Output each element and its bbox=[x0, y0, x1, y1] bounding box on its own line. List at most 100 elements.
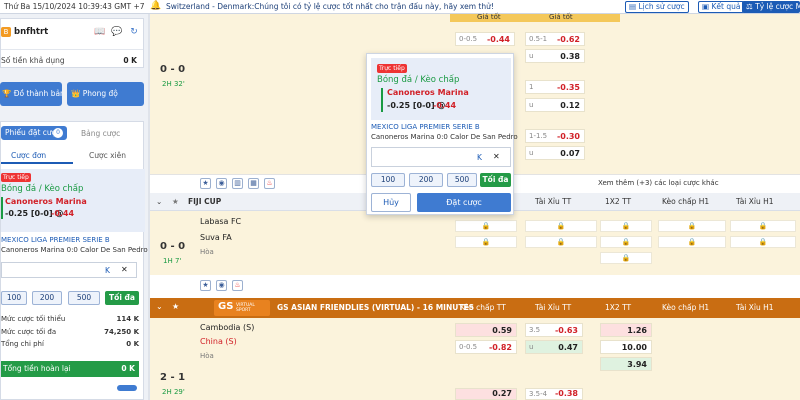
odd-value: -0.82 bbox=[488, 343, 512, 352]
fiji-away-team[interactable]: Suva FA bbox=[200, 233, 232, 242]
odd-cell[interactable]: 3.94 bbox=[600, 357, 652, 371]
results-label: Kết quả bbox=[711, 2, 741, 11]
lock-icon: 🔒 bbox=[658, 236, 726, 248]
odd-line: 0.5-1 bbox=[529, 35, 548, 43]
chat-icon[interactable]: 💬 bbox=[111, 27, 122, 37]
favorite-star-icon[interactable]: ★ bbox=[172, 302, 179, 311]
form-label: Phong độ bbox=[82, 89, 118, 98]
fire-icon[interactable]: ♨ bbox=[232, 280, 243, 291]
bet-history-button[interactable]: ▤ Lịch sử cược bbox=[625, 1, 689, 13]
toggle-switch[interactable] bbox=[117, 385, 137, 391]
odd-cell[interactable]: u 0.38 bbox=[525, 49, 585, 63]
tab-parlay-bet[interactable]: Cược xiên bbox=[89, 151, 126, 160]
odd-cell[interactable]: u 0.12 bbox=[525, 98, 585, 112]
slip-count-badge: 0 bbox=[53, 128, 63, 138]
gs-col-ou: Tài Xỉu TT bbox=[535, 303, 572, 312]
odd-cell[interactable]: 0-0.5 -0.44 bbox=[455, 32, 515, 46]
gs-league-name: GS ASIAN FRIENDLIES (VIRTUAL) - 16 MINUT… bbox=[277, 303, 474, 312]
lock-icon: 🔒 bbox=[525, 236, 597, 248]
popup-clear-button[interactable]: ✕ bbox=[493, 152, 500, 161]
fiji-score: 0 - 0 bbox=[160, 241, 186, 252]
stake-input[interactable] bbox=[1, 262, 137, 278]
popup-cancel-button[interactable]: Hủy bbox=[371, 193, 411, 212]
odd-line: u bbox=[529, 149, 534, 157]
gs-draw: Hòa bbox=[200, 352, 214, 360]
odd-cell[interactable]: 1.26 bbox=[600, 323, 652, 337]
refresh-icon[interactable]: ↻ bbox=[129, 27, 139, 37]
bell-icon[interactable]: 🔔 bbox=[150, 1, 161, 12]
odd-cell[interactable]: 3.5-4 -0.38 bbox=[525, 388, 583, 400]
fire-icon[interactable]: ♨ bbox=[264, 178, 275, 189]
fiji-col-1x2: 1X2 TT bbox=[605, 197, 632, 206]
max-stake-row: Mức cược tối đa 74,250 K bbox=[1, 328, 139, 336]
odd-line: u bbox=[529, 52, 534, 60]
odd-cell[interactable]: 1-1.5 -0.30 bbox=[525, 129, 585, 143]
clear-stake-button[interactable]: ✕ bbox=[121, 265, 128, 274]
odd-value: -0.44 bbox=[486, 35, 510, 44]
leaderboard-button[interactable]: 🏆 Đồ thành bảng bbox=[0, 82, 62, 106]
odds-type-select[interactable]: ⚖ Tỷ lệ cược MA ▾ bbox=[742, 1, 800, 13]
more-markets-link[interactable]: Xem thêm (+3) các loại cược khác bbox=[598, 179, 719, 187]
max-stake-value: 74,250 K bbox=[104, 328, 139, 336]
live-badge: Trực tiếp bbox=[1, 173, 31, 182]
popup-chip-500[interactable]: 500 bbox=[447, 173, 477, 187]
gs-logo-text: GS bbox=[218, 301, 234, 312]
tab-single-bet[interactable]: Cược đơn bbox=[11, 151, 46, 160]
gs-logo-subtext: VIRTUAL SPORT bbox=[236, 303, 255, 313]
odd-cell[interactable]: 1 -0.35 bbox=[525, 80, 585, 94]
lock-icon: 🔒 bbox=[600, 252, 652, 264]
tab-pending-bets[interactable]: Bảng cược bbox=[81, 129, 120, 138]
odd-value: -0.30 bbox=[556, 132, 580, 141]
odd-cell[interactable]: 10.00 bbox=[600, 340, 652, 354]
odd-cell[interactable]: 0.59 bbox=[455, 323, 517, 337]
total-refund-bar: Tổng tiền hoàn lại 0 K bbox=[1, 361, 139, 377]
fiji-home-team[interactable]: Labasa FC bbox=[200, 217, 241, 226]
gs-home-team[interactable]: Cambodia (S) bbox=[200, 323, 254, 332]
odd-cell[interactable]: 0-0.5 -0.82 bbox=[455, 340, 517, 354]
odd-cell[interactable]: u 0.07 bbox=[525, 146, 585, 160]
star-icon[interactable]: ★ bbox=[200, 280, 211, 291]
odd-value: -0.38 bbox=[554, 389, 578, 398]
chart-icon[interactable]: ▦ bbox=[248, 178, 259, 189]
popup-selection: Trực tiếp Bóng đá / Kèo chấp Canoneros M… bbox=[371, 58, 511, 120]
popup-chip-100[interactable]: 100 bbox=[371, 173, 405, 187]
gs-col-hcp-h1: Kèo chấp H1 bbox=[662, 303, 710, 312]
odd-cell[interactable]: 3.5 -0.63 bbox=[525, 323, 583, 337]
gs-league-header[interactable]: ⌄ ★ GS VIRTUAL SPORT GS ASIAN FRIENDLIES… bbox=[150, 298, 800, 318]
total-refund-value: 0 K bbox=[121, 364, 135, 373]
left-panel: B bnfhtrt 📖 💬 ↻ Số tiền khả dụng 0 K 🏆 Đ… bbox=[0, 14, 148, 400]
fiji-tools: ★ ◉ ♨ bbox=[150, 277, 800, 295]
slip-odd: -0.44 bbox=[51, 209, 75, 218]
gs-away-team[interactable]: China (S) bbox=[200, 337, 237, 346]
chip-100-button[interactable]: 100 bbox=[1, 291, 27, 305]
book-icon[interactable]: 📖 bbox=[94, 27, 105, 37]
results-button[interactable]: ▣ Kết quả bbox=[698, 1, 745, 13]
eye-icon[interactable]: ◉ bbox=[216, 280, 227, 291]
popup-max-button[interactable]: Tối đa bbox=[480, 173, 511, 187]
chip-500-button[interactable]: 500 bbox=[68, 291, 100, 305]
selection-accent-bar bbox=[1, 197, 3, 219]
odd-cell[interactable]: u 0.47 bbox=[525, 340, 583, 354]
star-icon[interactable]: ★ bbox=[200, 178, 211, 189]
stats-icon[interactable]: ▥ bbox=[232, 178, 243, 189]
gs-col-ou-h1: Tài Xỉu H1 bbox=[736, 303, 774, 312]
odd-cell[interactable]: 0.27 bbox=[455, 388, 517, 400]
lock-icon: 🔒 bbox=[525, 220, 597, 232]
total-cost-row: Tổng chi phí 0 K bbox=[1, 340, 139, 348]
favorite-star-icon[interactable]: ★ bbox=[172, 197, 179, 206]
max-stake-button[interactable]: Tối đa bbox=[105, 291, 139, 305]
slip-match: Canoneros Marina 0:0 Calor De San Pedro bbox=[1, 246, 148, 254]
popup-chip-200[interactable]: 200 bbox=[409, 173, 443, 187]
odd-value: 1.26 bbox=[627, 326, 647, 335]
popup-stake-input[interactable] bbox=[371, 147, 511, 167]
odd-value: 0.12 bbox=[560, 101, 580, 110]
odd-cell[interactable]: 0.5-1 -0.62 bbox=[525, 32, 585, 46]
collapse-chevron-icon[interactable]: ⌄ bbox=[156, 302, 163, 311]
eye-icon[interactable]: ◉ bbox=[216, 178, 227, 189]
user-badge: B bbox=[1, 27, 11, 37]
chip-200-button[interactable]: 200 bbox=[32, 291, 62, 305]
popup-place-bet-button[interactable]: Đặt cược bbox=[417, 193, 511, 212]
form-button[interactable]: 👑 Phong độ bbox=[67, 82, 144, 106]
bet-history-label: Lịch sử cược bbox=[638, 2, 685, 11]
collapse-chevron-icon[interactable]: ⌄ bbox=[156, 197, 162, 206]
